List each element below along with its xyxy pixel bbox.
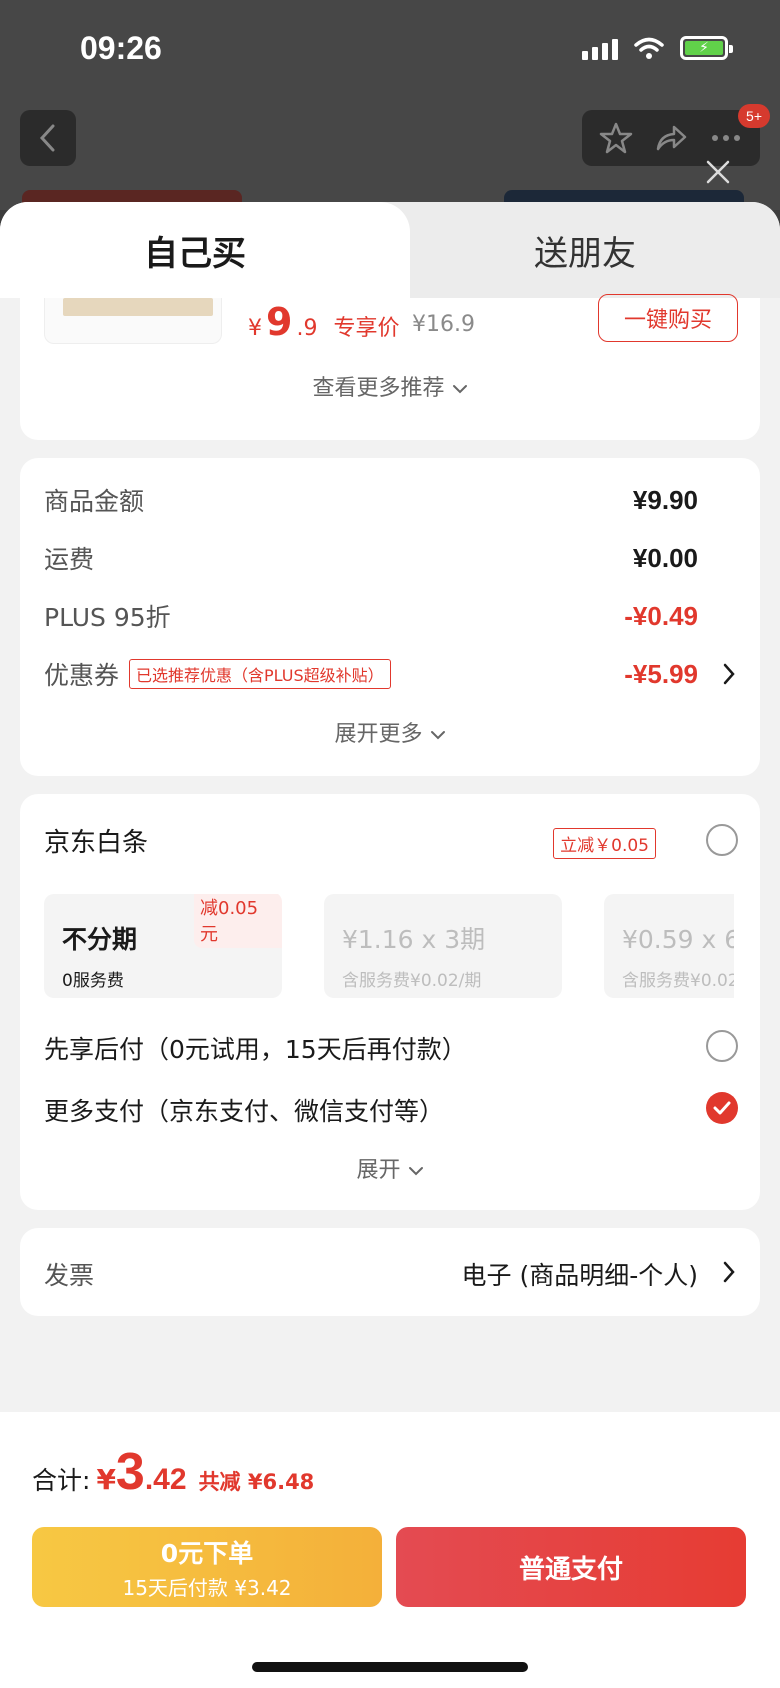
normal-pay-button[interactable]: 普通支付 [396, 1527, 746, 1607]
coupon-tag: 已选推荐优惠（含PLUS超级补贴） [129, 659, 391, 689]
status-icons: ⚡ [582, 36, 733, 60]
close-button[interactable] [700, 154, 736, 190]
signal-icon [582, 36, 618, 60]
summary-row-coupon[interactable]: 优惠券 已选推荐优惠（含PLUS超级补贴） -¥5.99 [44, 656, 698, 692]
summary-row-shipping: 运费 ¥0.00 [44, 542, 698, 575]
option-pay-later[interactable]: 先享后付（0元试用，15天后再付款） [44, 1030, 467, 1066]
chevron-down-icon [430, 731, 445, 740]
chevron-right-icon[interactable] [722, 662, 736, 686]
zero-yuan-order-button[interactable]: 0元下单 15天后付款 ¥3.42 [32, 1527, 382, 1607]
battery-icon: ⚡ [680, 36, 733, 60]
invoice-value: 电子 (商品明细-个人) [461, 1261, 698, 1290]
chevron-right-icon [723, 1261, 735, 1283]
one-click-buy-button[interactable]: 一键购买 [598, 294, 738, 342]
more-recommendations-link[interactable]: 查看更多推荐 [20, 370, 760, 402]
original-price: ¥16.9 [412, 312, 475, 337]
exclusive-price-tag: 专享价 [333, 316, 400, 341]
chevron-down-icon [408, 1167, 423, 1176]
home-indicator[interactable] [252, 1662, 528, 1672]
price-summary-card: 商品金额 ¥9.90 运费 ¥0.00 PLUS 95折 -¥0.49 优惠券 … [20, 458, 760, 776]
wifi-icon [634, 37, 664, 59]
more-payment-radio[interactable] [706, 1092, 738, 1124]
invoice-card[interactable]: 发票 电子 (商品明细-个人) [20, 1228, 760, 1316]
invoice-label: 发票 [44, 1261, 95, 1290]
expand-payment-link[interactable]: 展开 [20, 1152, 760, 1184]
option-more-payment[interactable]: 更多支付（京东支付、微信支付等） [44, 1092, 444, 1128]
payment-card: 京东白条 立减￥0.05 不分期 0服务费 减0.05元 ¥1.16 x 3期 … [20, 794, 760, 1210]
product-thumbnail[interactable] [44, 298, 222, 344]
total-price: 合计: ¥ 3 .42 共减 ¥6.48 [32, 1443, 315, 1501]
plan-no-installment[interactable]: 不分期 0服务费 减0.05元 [44, 894, 282, 998]
summary-row-goods: 商品金额 ¥9.90 [44, 484, 698, 517]
baitiao-radio[interactable] [706, 824, 738, 856]
plan-6-installments[interactable]: ¥0.59 x 6期 含服务费¥0.02/期 [604, 894, 734, 998]
pay-later-radio[interactable] [706, 1030, 738, 1062]
tab-gift[interactable]: 送朋友 [470, 202, 700, 298]
total-savings: 共减 ¥6.48 [198, 1470, 315, 1494]
installment-plans: 不分期 0服务费 减0.05元 ¥1.16 x 3期 含服务费¥0.02/期 ¥… [44, 894, 734, 998]
share-icon[interactable] [654, 121, 688, 155]
summary-row-plus: PLUS 95折 -¥0.49 [44, 600, 698, 633]
star-icon[interactable] [599, 121, 633, 155]
more-icon[interactable] [709, 121, 743, 155]
back-icon [39, 124, 55, 152]
status-time: 09:26 [80, 30, 162, 66]
plan-3-installments[interactable]: ¥1.16 x 3期 含服务费¥0.02/期 [324, 894, 562, 998]
check-icon [713, 1101, 731, 1115]
plan-discount-tag: 减0.05元 [194, 894, 282, 948]
close-icon [706, 160, 730, 184]
tab-self[interactable]: 自己买 [0, 202, 410, 298]
chevron-down-icon [452, 385, 467, 394]
recommend-price: ¥ 9 .9 专享价 [248, 300, 400, 344]
checkout-bar: 合计: ¥ 3 .42 共减 ¥6.48 0元下单 15天后付款 ¥3.42 普… [0, 1412, 780, 1688]
recommendation-card: ¥ 9 .9 专享价 ¥16.9 一键购买 查看更多推荐 [20, 294, 760, 440]
expand-more-link[interactable]: 展开更多 [20, 716, 760, 748]
message-badge: 5+ [738, 104, 770, 128]
tab-bar: 自己买 送朋友 [0, 202, 780, 298]
instant-discount-tag: 立减￥0.05 [553, 828, 656, 859]
baitiao-label: 京东白条 [44, 828, 149, 858]
back-button[interactable] [20, 110, 76, 166]
